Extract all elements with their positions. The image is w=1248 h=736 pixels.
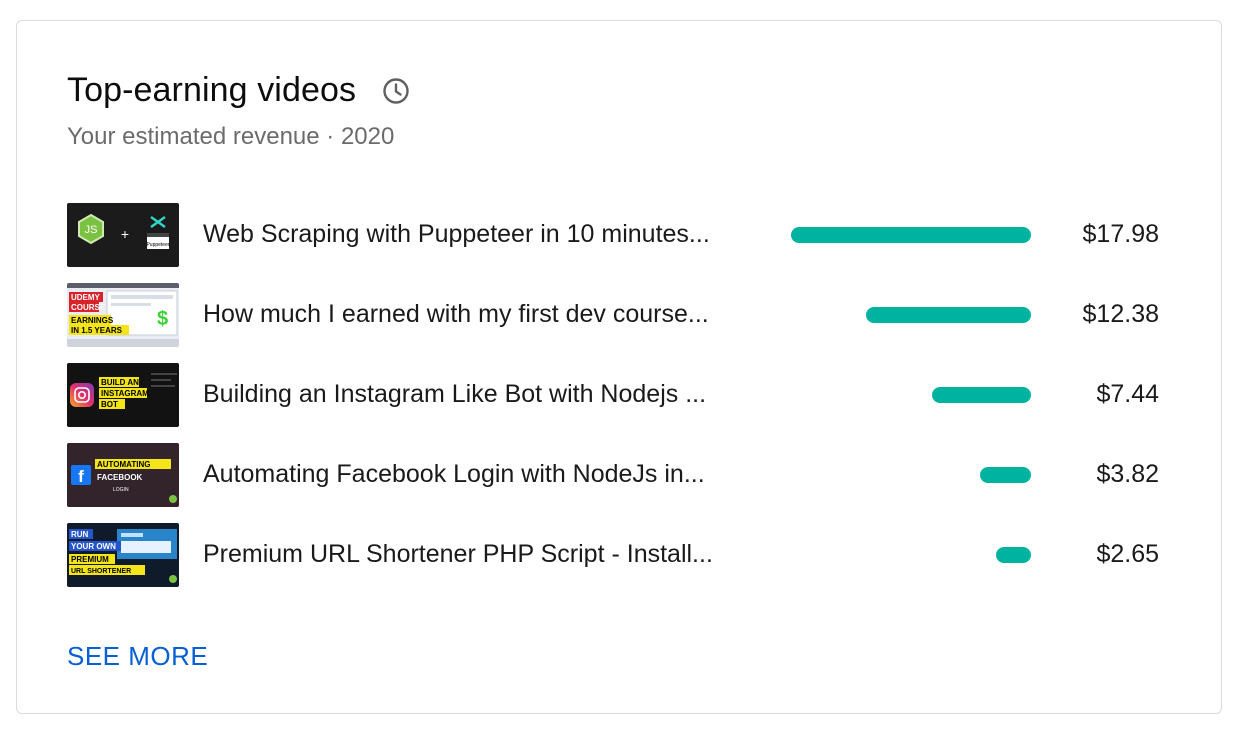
video-list: JS + Puppeteer Web Scraping with Puppete… [67, 203, 1167, 603]
see-more-link[interactable]: SEE MORE [67, 641, 208, 672]
thumb-text: BUILD AN [101, 378, 139, 387]
video-title[interactable]: Building an Instagram Like Bot with Node… [203, 380, 727, 409]
video-title[interactable]: Web Scraping with Puppeteer in 10 minute… [203, 220, 727, 249]
video-title[interactable]: How much I earned with my first dev cour… [203, 300, 727, 329]
clock-icon[interactable] [382, 77, 410, 105]
thumb-text: LOGIN [113, 487, 129, 493]
video-row[interactable]: JS + Puppeteer Web Scraping with Puppete… [67, 203, 1167, 267]
revenue-bar-track [791, 387, 1031, 403]
video-thumbnail[interactable]: RUN YOUR OWN PREMIUM URL SHORTENER [67, 523, 179, 587]
revenue-bar-track [791, 547, 1031, 563]
thumb-text: INSTAGRAM [101, 389, 149, 398]
video-row[interactable]: BUILD AN INSTAGRAM BOT Building an Insta… [67, 363, 1167, 427]
revenue-amount: $3.82 [1096, 460, 1159, 488]
video-title[interactable]: Automating Facebook Login with NodeJs in… [203, 460, 727, 489]
card-subtitle: Your estimated revenue · 2020 [67, 123, 395, 150]
revenue-bar [791, 227, 1031, 243]
thumb-text: RUN [71, 530, 89, 539]
thumb-text: YOUR OWN [71, 542, 116, 551]
revenue-amount: $7.44 [1096, 380, 1159, 408]
video-thumbnail[interactable]: f AUTOMATING FACEBOOK LOGIN [67, 443, 179, 507]
thumb-text: AUTOMATING [97, 460, 150, 469]
video-row[interactable]: RUN YOUR OWN PREMIUM URL SHORTENER Premi… [67, 523, 1167, 587]
video-thumbnail[interactable]: BUILD AN INSTAGRAM BOT [67, 363, 179, 427]
thumb-text: IN 1.5 YEARS [71, 326, 123, 335]
video-thumbnail[interactable]: JS + Puppeteer [67, 203, 179, 267]
revenue-bar-track [791, 467, 1031, 483]
thumb-text: EARNINGS [71, 316, 114, 325]
video-thumbnail[interactable]: UDEMY COURSE EARNINGS IN 1.5 YEARS $ [67, 283, 179, 347]
video-row[interactable]: UDEMY COURSE EARNINGS IN 1.5 YEARS $ How… [67, 283, 1167, 347]
card-title: Top-earning videos [67, 71, 357, 109]
thumb-text: FACEBOOK [97, 473, 143, 482]
thumb-text: PREMIUM [71, 555, 109, 564]
svg-text:JS: JS [85, 224, 98, 236]
svg-text:+: + [121, 226, 129, 242]
thumb-text: Puppeteer [146, 242, 169, 248]
revenue-bar-track [791, 227, 1031, 243]
video-title[interactable]: Premium URL Shortener PHP Script - Insta… [203, 540, 727, 569]
thumb-text: COURSE [71, 303, 106, 312]
card-header: Top-earning videos [67, 71, 410, 110]
top-earning-videos-card: Top-earning videos Your estimated revenu… [16, 20, 1222, 714]
video-row[interactable]: f AUTOMATING FACEBOOK LOGIN Automating F… [67, 443, 1167, 507]
revenue-amount: $12.38 [1082, 300, 1159, 328]
thumb-text: BOT [101, 400, 118, 409]
thumb-text: URL SHORTENER [71, 568, 131, 575]
svg-text:$: $ [157, 308, 168, 330]
revenue-amount: $17.98 [1082, 220, 1159, 248]
thumb-text: UDEMY [71, 293, 101, 302]
revenue-bar [932, 387, 1031, 403]
revenue-bar [980, 467, 1031, 483]
revenue-bar [866, 307, 1031, 323]
revenue-bar-track [791, 307, 1031, 323]
revenue-bar [996, 547, 1031, 563]
revenue-amount: $2.65 [1096, 540, 1159, 568]
svg-text:f: f [78, 467, 84, 486]
